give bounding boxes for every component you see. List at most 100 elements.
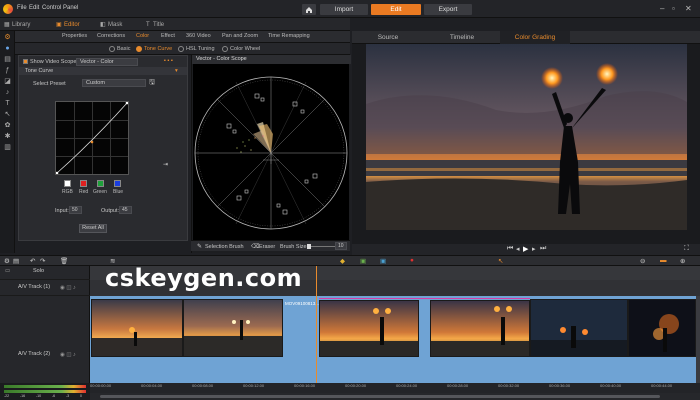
playhead[interactable] (316, 266, 317, 384)
color-icon[interactable]: ● (4, 45, 11, 52)
timeline-vscroll[interactable] (696, 296, 700, 384)
tab-properties[interactable]: Properties (62, 33, 87, 39)
transition-icon[interactable]: ◪ (4, 78, 11, 85)
timeline-ruler[interactable]: 00:00:00.00 00:00:04.00 00:00:08.00 00:0… (90, 383, 700, 393)
tone-curve-radio[interactable] (136, 46, 142, 52)
zoom-slider-icon[interactable]: ▬ (660, 257, 667, 264)
red-swatch[interactable] (80, 180, 87, 187)
brush-size-field[interactable]: 10 (335, 242, 347, 250)
ruler-tick: 00:00:12.00 (243, 383, 265, 388)
effects-icon[interactable]: ƒ (4, 67, 11, 74)
close-icon[interactable]: ✕ (685, 4, 692, 13)
tab-color[interactable]: Color (136, 33, 149, 39)
tab-timeline[interactable]: Timeline (424, 31, 500, 44)
music-icon[interactable]: ♪ (4, 89, 11, 96)
tone-curve-graph[interactable] (55, 101, 129, 175)
marker-icon[interactable]: ◆ (340, 257, 345, 265)
zoom-out-icon[interactable]: ⊖ (640, 257, 645, 265)
av-track-1-header: A/V Track (1) ◉ ◫ ♪ (0, 280, 90, 296)
settings-gear-icon[interactable]: ⚙ (4, 257, 10, 265)
color-mode-bar: Basic Tone Curve HSL Tuning Color Wheel (15, 43, 350, 55)
save-preset-icon[interactable]: 🖫 (149, 78, 155, 89)
properties-icon[interactable]: ⚙ (4, 34, 11, 41)
tab-corrections[interactable]: Corrections (97, 33, 125, 39)
layers-icon[interactable]: ▥ (4, 144, 11, 151)
reset-all-button[interactable]: Reset All (79, 224, 107, 233)
menu-control-panel[interactable]: Control Panel (42, 5, 78, 11)
tab-source[interactable]: Source (352, 31, 424, 44)
scope-type-select[interactable]: Vector - Color (76, 58, 138, 66)
rgb-swatch[interactable] (64, 180, 71, 187)
clip-thumbnail-1[interactable] (91, 299, 183, 357)
tab-effect[interactable]: Effect (161, 33, 175, 39)
minimize-icon[interactable]: – (660, 4, 664, 13)
selection-brush-icon[interactable]: ✎ (197, 243, 202, 250)
edit-mode-button[interactable]: Edit (371, 4, 421, 15)
preview-video-frame[interactable] (366, 44, 687, 230)
menu-file[interactable]: File (17, 5, 27, 11)
redo-icon[interactable]: ↷ (40, 257, 45, 265)
color-wheel-radio[interactable] (222, 46, 228, 52)
undo-icon[interactable]: ↶ (30, 257, 35, 265)
panel-options-icon[interactable]: ▪ ▪ ▪ (164, 58, 173, 64)
menu-edit[interactable]: Edit (29, 5, 39, 11)
eraser-label[interactable]: Eraser (259, 244, 275, 250)
preset-select[interactable]: Custom (82, 79, 146, 87)
track-2-visibility-icon[interactable]: ◉ ◫ ♪ (60, 352, 76, 358)
vectorscope-panel: Vector - Color Scope (191, 55, 351, 253)
sticker-icon[interactable]: ✿ (4, 122, 11, 129)
play-icon[interactable]: ▶ (523, 245, 528, 253)
clip-thumbnail-4[interactable] (430, 300, 530, 357)
hsl-tuning-radio[interactable] (178, 46, 184, 52)
collapse-icon[interactable]: ▾ (175, 68, 178, 74)
step-forward-icon[interactable]: ▸ (532, 245, 536, 253)
fullscreen-icon[interactable]: ⛶ (684, 245, 689, 253)
input-value-field[interactable]: 50 (69, 206, 82, 214)
timeline-hscroll[interactable] (90, 393, 700, 400)
import-button[interactable]: Import (320, 4, 368, 15)
rgb-label: RGB (62, 189, 73, 195)
output-value-field[interactable]: 45 (119, 206, 132, 214)
solo-track-icon[interactable]: ▭ (5, 268, 10, 274)
tone-curve-panel: Show Video Scope Vector - Color ▪ ▪ ▪ To… (18, 55, 188, 241)
export-button[interactable]: Export (424, 4, 472, 15)
tab-library[interactable]: Library (12, 20, 30, 30)
selection-brush-label[interactable]: Selection Brush (205, 244, 244, 250)
settings-icon[interactable]: ✱ (4, 133, 11, 140)
tab-title[interactable]: Title (153, 20, 164, 30)
tab-360-video[interactable]: 360 Video (186, 33, 211, 39)
audio-icon[interactable]: ▣ (380, 257, 386, 265)
text-icon[interactable]: T (4, 100, 11, 107)
brush-size-slider[interactable] (307, 244, 335, 249)
tab-editor[interactable]: Editor (64, 20, 80, 30)
clip-thumbnail-6[interactable] (628, 299, 696, 357)
pointer-tool-icon[interactable]: ↖ (498, 257, 503, 265)
tab-pan-and-zoom[interactable]: Pan and Zoom (222, 33, 258, 39)
hscroll-thumb[interactable] (100, 395, 660, 398)
zoom-in-icon[interactable]: ⊕ (680, 257, 685, 265)
clip-thumbnail-5[interactable] (530, 299, 628, 357)
basic-radio[interactable] (109, 46, 115, 52)
maximize-icon[interactable]: ▫ (672, 4, 675, 13)
record-icon[interactable]: ● (410, 257, 414, 264)
clip-thumbnail-3[interactable] (319, 300, 419, 357)
green-swatch[interactable] (97, 180, 104, 187)
add-track-icon[interactable]: ▤ (13, 257, 19, 265)
tab-color-grading[interactable]: Color Grading (500, 31, 570, 44)
curve-handle-icon[interactable]: ⇥ (163, 161, 168, 168)
go-to-start-icon[interactable]: ⏮ (507, 245, 513, 253)
home-button[interactable] (302, 4, 316, 15)
trash-icon[interactable]: 🗑 (60, 257, 68, 265)
clip-thumbnail-2[interactable] (183, 299, 283, 357)
track-1-visibility-icon[interactable]: ◉ ◫ ♪ (60, 285, 76, 291)
snapshot-icon[interactable]: ▣ (360, 257, 366, 265)
step-back-icon[interactable]: ◂ (516, 245, 520, 253)
tab-mask[interactable]: Mask (108, 20, 122, 30)
show-video-scope-label: Show Video Scope (30, 59, 77, 65)
go-to-end-icon[interactable]: ⏭ (540, 245, 546, 253)
cursor-icon[interactable]: ↖ (4, 111, 11, 118)
blue-swatch[interactable] (114, 180, 121, 187)
tab-time-remapping[interactable]: Time Remapping (268, 33, 310, 39)
media-icon[interactable]: ▤ (4, 56, 11, 63)
show-video-scope-checkbox[interactable] (23, 59, 28, 64)
